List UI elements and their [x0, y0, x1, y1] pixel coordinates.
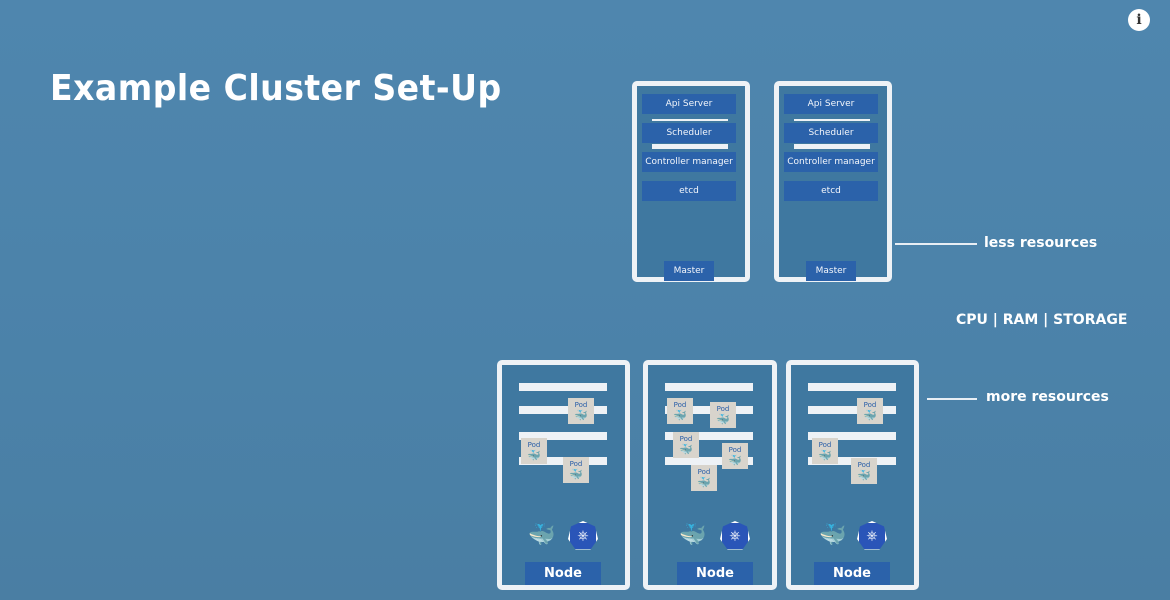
pod-label: Pod — [679, 435, 693, 443]
master-server-1: Api Server Scheduler Controller manager … — [632, 81, 750, 282]
master-label: Master — [664, 261, 714, 281]
master-label: Master — [806, 261, 856, 281]
docker-icon: 🐳 — [819, 523, 847, 548]
more-resources-label: more resources — [986, 389, 1109, 405]
pod-label: Pod — [818, 441, 832, 449]
annotation-line — [895, 243, 977, 245]
pod-label: Pod — [863, 401, 877, 409]
docker-icon: 🐳 — [716, 413, 730, 426]
node-label: Node — [525, 562, 601, 585]
api-server: Api Server — [784, 94, 878, 114]
bar — [665, 383, 753, 391]
pod-label: Pod — [857, 461, 871, 469]
pod: Pod 🐳 — [722, 443, 748, 469]
pod-label: Pod — [697, 468, 711, 476]
api-server: Api Server — [642, 94, 736, 114]
less-resources-label: less resources — [984, 235, 1098, 251]
divider — [794, 119, 870, 121]
node-label: Node — [814, 562, 890, 585]
divider — [652, 144, 728, 149]
pod: Pod 🐳 — [691, 465, 717, 491]
pod: Pod 🐳 — [812, 438, 838, 464]
pod: Pod 🐳 — [563, 457, 589, 483]
pod: Pod 🐳 — [673, 432, 699, 458]
docker-icon: 🐳 — [818, 449, 832, 462]
worker-node-3: Pod 🐳 Pod 🐳 Pod 🐳 🐳 ⎈ Node — [786, 360, 919, 590]
pod-label: Pod — [527, 441, 541, 449]
docker-icon: 🐳 — [574, 409, 588, 422]
resources-label: CPU | RAM | STORAGE — [956, 312, 1128, 328]
docker-icon: 🐳 — [697, 476, 711, 489]
kubelet-icon: ⎈ — [720, 521, 750, 550]
docker-icon: 🐳 — [728, 454, 742, 467]
controller-manager: Controller manager — [784, 152, 878, 172]
scheduler: Scheduler — [784, 123, 878, 143]
docker-icon: 🐳 — [863, 409, 877, 422]
etcd: etcd — [642, 181, 736, 201]
pod: Pod 🐳 — [851, 458, 877, 484]
docker-icon: 🐳 — [673, 409, 687, 422]
docker-icon: 🐳 — [857, 469, 871, 482]
pod-label: Pod — [673, 401, 687, 409]
docker-icon: 🐳 — [679, 523, 707, 548]
worker-node-2: Pod 🐳 Pod 🐳 Pod 🐳 Pod 🐳 Pod 🐳 🐳 ⎈ Node — [643, 360, 777, 590]
master-server-2: Api Server Scheduler Controller manager … — [774, 81, 892, 282]
node-label: Node — [677, 562, 753, 585]
pod-label: Pod — [574, 401, 588, 409]
bar — [808, 383, 896, 391]
scheduler: Scheduler — [642, 123, 736, 143]
kubelet-icon: ⎈ — [568, 521, 598, 550]
pod: Pod 🐳 — [857, 398, 883, 424]
pod: Pod 🐳 — [521, 438, 547, 464]
pod: Pod 🐳 — [667, 398, 693, 424]
pod: Pod 🐳 — [710, 402, 736, 428]
docker-icon: 🐳 — [528, 523, 556, 548]
bar — [519, 383, 607, 391]
pod-label: Pod — [569, 460, 583, 468]
info-icon[interactable]: i — [1128, 9, 1150, 31]
pod-label: Pod — [716, 405, 730, 413]
docker-icon: 🐳 — [569, 468, 583, 481]
docker-icon: 🐳 — [527, 449, 541, 462]
annotation-line — [927, 398, 977, 400]
etcd: etcd — [784, 181, 878, 201]
divider — [794, 144, 870, 149]
pod-label: Pod — [728, 446, 742, 454]
kubelet-icon: ⎈ — [857, 521, 887, 550]
slide-title: Example Cluster Set-Up — [50, 68, 502, 109]
worker-node-1: Pod 🐳 Pod 🐳 Pod 🐳 🐳 ⎈ Node — [497, 360, 630, 590]
pod: Pod 🐳 — [568, 398, 594, 424]
docker-icon: 🐳 — [679, 443, 693, 456]
controller-manager: Controller manager — [642, 152, 736, 172]
divider — [652, 119, 728, 121]
